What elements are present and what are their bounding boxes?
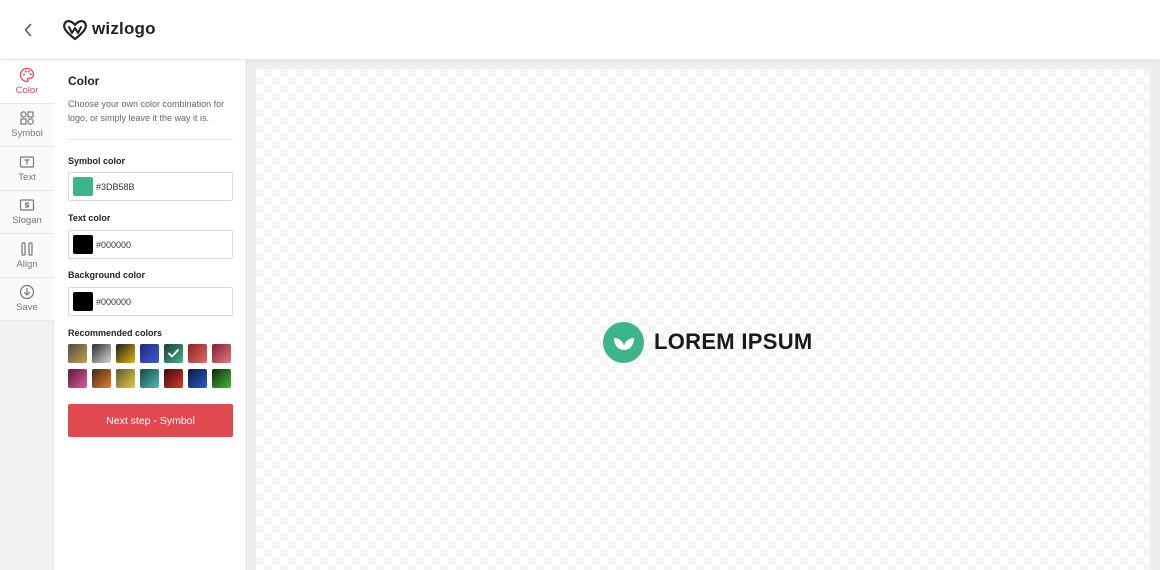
recommended-color-swatch[interactable] — [116, 344, 135, 363]
rail-item-label: Color — [15, 84, 39, 96]
text-color-field[interactable] — [68, 230, 233, 259]
chevron-left-icon — [24, 23, 32, 37]
panel-description: Choose your own color combination for lo… — [68, 99, 225, 123]
rail-item-label: Symbol — [11, 128, 43, 140]
background-color-label: Background color — [68, 270, 146, 280]
checkmark-icon — [168, 349, 179, 358]
recommended-color-swatch[interactable] — [212, 344, 231, 363]
recommended-color-swatch[interactable] — [164, 344, 183, 363]
palette-icon — [19, 67, 35, 83]
recommended-color-swatch[interactable] — [164, 369, 183, 388]
background-color-swatch[interactable] — [73, 292, 93, 311]
text-color-input[interactable] — [96, 237, 226, 253]
divider — [68, 139, 233, 140]
transparent-canvas: LOREM IPSUM — [256, 69, 1150, 570]
rail-item-label: Text — [18, 171, 36, 183]
symbol-color-field[interactable] — [68, 172, 233, 201]
canvas-area: LOREM IPSUM — [247, 60, 1160, 570]
rail-item-label: Save — [16, 302, 38, 314]
logo-preview-text: LOREM IPSUM — [654, 329, 813, 354]
color-settings-panel: Color Choose your own color combination … — [54, 60, 247, 570]
leaf-icon — [603, 321, 644, 363]
symbol-color-swatch[interactable] — [73, 177, 93, 196]
rail-item-symbol[interactable]: Symbol — [0, 103, 54, 147]
recommended-color-swatch[interactable] — [140, 369, 159, 388]
brand-name: wizlogo — [92, 19, 156, 38]
panel-title: Color — [68, 74, 100, 88]
next-step-button[interactable]: Next step - Symbol — [68, 404, 233, 437]
slogan-box-icon — [19, 197, 35, 213]
back-button[interactable] — [18, 20, 38, 40]
recommended-colors-label: Recommended colors — [68, 328, 163, 338]
recommended-color-swatch[interactable] — [188, 344, 207, 363]
rail-item-save[interactable]: Save — [0, 277, 54, 321]
text-box-icon — [19, 154, 35, 170]
rail-item-color[interactable]: Color — [0, 60, 54, 104]
align-icon — [19, 241, 35, 257]
background-color-field[interactable] — [68, 287, 233, 316]
text-color-swatch[interactable] — [73, 235, 93, 254]
logo-preview[interactable]: LOREM IPSUM — [603, 321, 813, 363]
text-color-label: Text color — [68, 213, 111, 223]
rail-item-align[interactable]: Align — [0, 234, 54, 278]
top-header: wizlogo — [0, 0, 1160, 60]
rail-item-label: Slogan — [12, 215, 42, 227]
recommended-color-swatch[interactable] — [188, 369, 207, 388]
shapes-icon — [19, 110, 35, 126]
background-color-input[interactable] — [96, 294, 226, 310]
heart-logo-icon — [63, 20, 87, 41]
recommended-color-swatch[interactable] — [116, 369, 135, 388]
download-icon — [19, 284, 35, 300]
symbol-color-input[interactable] — [96, 179, 226, 195]
recommended-color-swatch[interactable] — [92, 369, 111, 388]
recommended-color-swatch[interactable] — [68, 344, 87, 363]
rail-filler — [0, 321, 53, 570]
recommended-color-swatch[interactable] — [68, 369, 87, 388]
recommended-color-swatch[interactable] — [140, 344, 159, 363]
editor-nav-rail: Color Symbol Text Slogan Align Save — [0, 60, 54, 570]
rail-item-label: Align — [16, 258, 38, 270]
rail-item-text[interactable]: Text — [0, 147, 54, 191]
recommended-color-swatch[interactable] — [212, 369, 231, 388]
recommended-color-swatch[interactable] — [92, 344, 111, 363]
symbol-color-label: Symbol color — [68, 156, 126, 166]
rail-item-slogan[interactable]: Slogan — [0, 190, 54, 234]
